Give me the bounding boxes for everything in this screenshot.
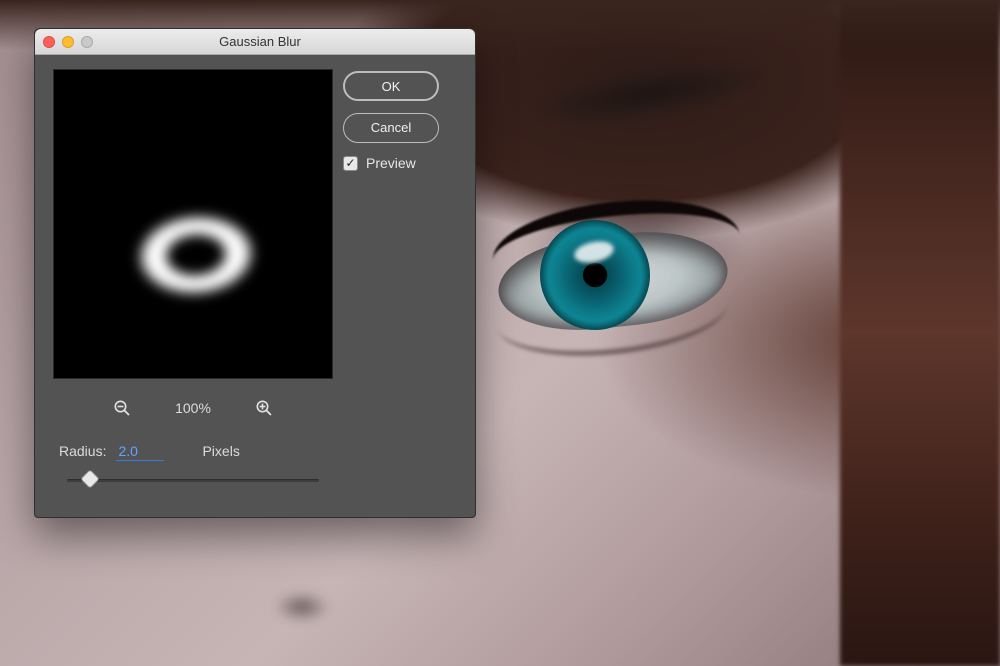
preview-checkbox-label: Preview bbox=[366, 155, 416, 171]
zoom-in-button[interactable] bbox=[253, 397, 275, 419]
dialog-titlebar[interactable]: Gaussian Blur bbox=[35, 29, 475, 55]
zoom-out-icon bbox=[113, 399, 131, 417]
radius-unit-label: Pixels bbox=[202, 443, 239, 459]
close-icon[interactable] bbox=[43, 36, 55, 48]
radius-label: Radius: bbox=[59, 443, 106, 459]
mask-preview-shape bbox=[112, 195, 279, 316]
maximize-icon bbox=[81, 36, 93, 48]
zoom-level-label: 100% bbox=[175, 400, 211, 416]
dialog-title: Gaussian Blur bbox=[93, 34, 467, 49]
window-controls bbox=[43, 36, 93, 48]
radius-input[interactable] bbox=[116, 441, 164, 461]
slider-thumb[interactable] bbox=[80, 469, 100, 489]
minimize-icon[interactable] bbox=[62, 36, 74, 48]
radius-slider[interactable] bbox=[67, 471, 319, 489]
eyebrow-shape bbox=[486, 33, 813, 152]
slider-track bbox=[67, 479, 319, 482]
preview-checkbox[interactable]: ✓ bbox=[343, 156, 358, 171]
gaussian-blur-dialog: Gaussian Blur 100% bbox=[34, 28, 476, 518]
background-hair bbox=[840, 0, 1000, 666]
zoom-out-button[interactable] bbox=[111, 397, 133, 419]
ok-button[interactable]: OK bbox=[343, 71, 439, 101]
filter-preview[interactable] bbox=[53, 69, 333, 379]
cancel-button[interactable]: Cancel bbox=[343, 113, 439, 143]
document-canvas: Gaussian Blur 100% bbox=[0, 0, 1000, 666]
nostril-shadow bbox=[242, 574, 342, 634]
check-icon: ✓ bbox=[345, 157, 355, 169]
zoom-in-icon bbox=[255, 399, 273, 417]
